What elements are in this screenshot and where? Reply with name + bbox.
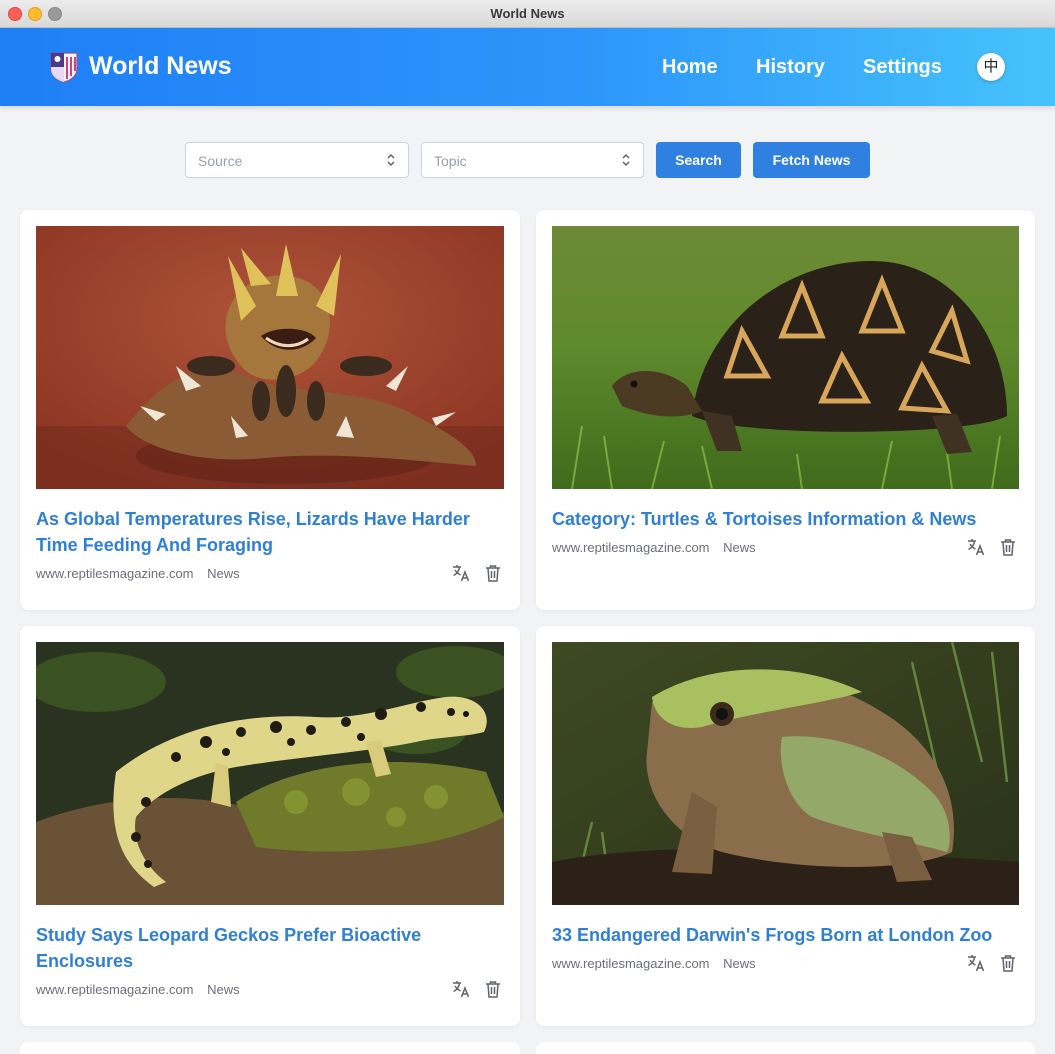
topic-select-placeholder: Topic: [434, 153, 467, 169]
delete-icon[interactable]: [484, 980, 502, 998]
app-header: World News Home History Settings 中: [0, 28, 1055, 106]
source-select[interactable]: Source: [185, 142, 409, 178]
article-title[interactable]: 33 Endangered Darwin's Frogs Born at Lon…: [552, 922, 1007, 948]
article-category: News: [207, 566, 240, 581]
topic-select[interactable]: Topic: [421, 142, 644, 178]
nav-home-link[interactable]: Home: [662, 56, 718, 79]
article-source: www.reptilesmagazine.com: [36, 566, 194, 581]
article-category: News: [723, 540, 756, 555]
article-image-leopard-gecko[interactable]: [36, 642, 504, 905]
article-category: News: [723, 956, 756, 971]
article-title[interactable]: As Global Temperatures Rise, Lizards Hav…: [36, 506, 496, 558]
shield-logo-icon: [50, 52, 78, 83]
article-meta: www.reptilesmagazine.com News: [552, 540, 756, 555]
translate-icon[interactable]: [967, 954, 985, 972]
article-meta: www.reptilesmagazine.com News: [552, 956, 756, 971]
article-meta: www.reptilesmagazine.com News: [36, 566, 240, 581]
window-titlebar: World News: [0, 0, 1055, 28]
article-category: News: [207, 982, 240, 997]
language-toggle-button[interactable]: 中: [977, 53, 1005, 81]
article-image-radiated-tortoise[interactable]: [552, 226, 1019, 489]
article-source: www.reptilesmagazine.com: [552, 540, 710, 555]
article-image-darwins-frog[interactable]: [552, 642, 1019, 905]
app-brand: World News: [89, 52, 232, 80]
delete-icon[interactable]: [999, 954, 1017, 972]
source-select-placeholder: Source: [198, 153, 243, 169]
article-image-thorny-devil[interactable]: [36, 226, 504, 489]
translate-icon[interactable]: [452, 980, 470, 998]
article-source: www.reptilesmagazine.com: [36, 982, 194, 997]
article-meta: www.reptilesmagazine.com News: [36, 982, 240, 997]
article-source: www.reptilesmagazine.com: [552, 956, 710, 971]
translate-icon[interactable]: [452, 564, 470, 582]
chevron-up-down-icon: [622, 154, 630, 166]
news-card[interactable]: Study Says Leopard Geckos Prefer Bioacti…: [20, 626, 520, 1026]
article-title[interactable]: Category: Turtles & Tortoises Informatio…: [552, 506, 1007, 532]
article-title[interactable]: Study Says Leopard Geckos Prefer Bioacti…: [36, 922, 496, 974]
news-card[interactable]: As Global Temperatures Rise, Lizards Hav…: [20, 210, 520, 610]
news-card-partial[interactable]: [536, 1042, 1035, 1054]
window-title: World News: [490, 6, 565, 21]
nav-settings-link[interactable]: Settings: [863, 56, 942, 79]
chevron-up-down-icon: [387, 154, 395, 166]
delete-icon[interactable]: [999, 538, 1017, 556]
news-card[interactable]: 33 Endangered Darwin's Frogs Born at Lon…: [536, 626, 1035, 1026]
fetch-news-button[interactable]: Fetch News: [753, 142, 870, 178]
news-card[interactable]: Category: Turtles & Tortoises Informatio…: [536, 210, 1035, 610]
translate-icon[interactable]: [967, 538, 985, 556]
delete-icon[interactable]: [484, 564, 502, 582]
search-button[interactable]: Search: [656, 142, 741, 178]
news-card-partial[interactable]: [20, 1042, 520, 1054]
nav-history-link[interactable]: History: [756, 56, 825, 79]
